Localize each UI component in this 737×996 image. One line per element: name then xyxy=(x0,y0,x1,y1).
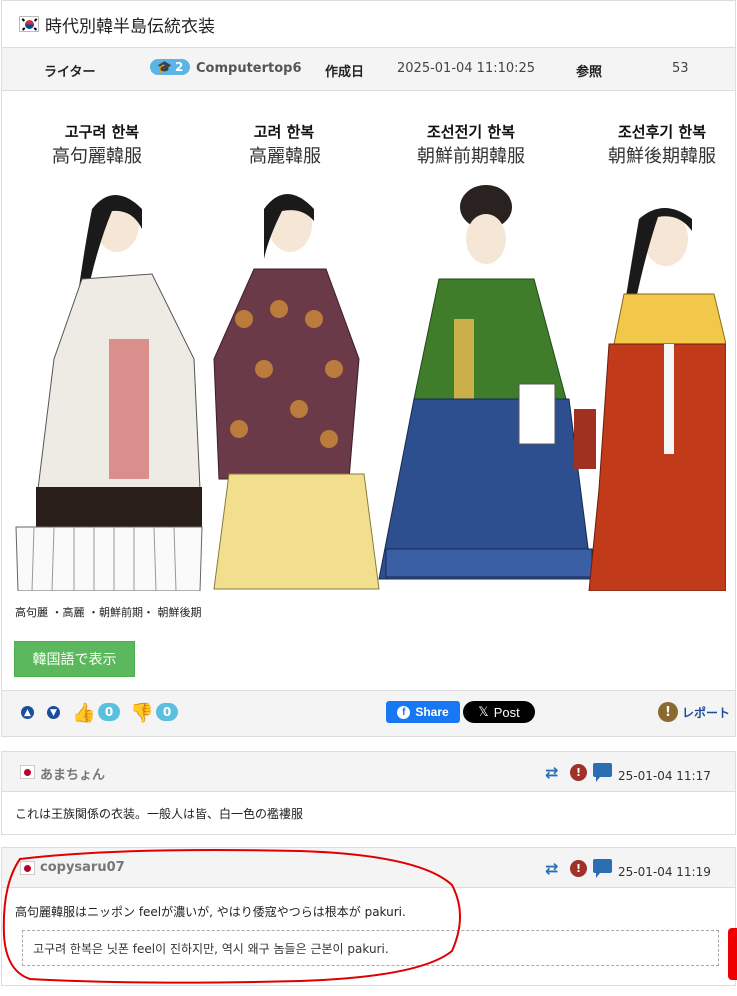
image-caption: 高句麗 ・高麗 ・朝鮮前期・ 朝鮮後期 xyxy=(15,606,202,619)
post-meta-bar: ライター 🎓 2 Computertop6 作成日 2025-01-04 11:… xyxy=(2,47,735,91)
facebook-share-button[interactable]: f Share xyxy=(386,701,460,723)
post-title: 時代別韓半島伝統衣装 xyxy=(45,16,215,37)
scroll-marker[interactable] xyxy=(728,928,737,980)
thumbs-up-icon[interactable]: 👍 xyxy=(72,701,96,724)
japan-flag-icon xyxy=(20,765,35,779)
graduation-cap-icon: 🎓 xyxy=(157,60,172,74)
report-label: レポート xyxy=(682,705,731,720)
post-card: 時代別韓半島伝統衣装 ライター 🎓 2 Computertop6 作成日 202… xyxy=(1,0,736,737)
comment-item: あまちょん ⇄ ! 25-01-04 11:17 これは王族関係の衣装。一般人は… xyxy=(1,751,736,835)
comment-time: 25-01-04 11:19 xyxy=(618,865,711,879)
post-title-bar: 時代別韓半島伝統衣装 xyxy=(2,1,735,47)
korea-flag-icon xyxy=(19,16,39,32)
panel-3-hanja: 朝鮮前期韓服 xyxy=(417,146,525,167)
reply-chat-icon[interactable] xyxy=(593,859,612,878)
late-joseon-figure: 조선후기 한복 朝鮮後期韓服 xyxy=(574,123,726,591)
goryeo-figure: 고려 한복 高麗韓服 xyxy=(213,123,380,590)
level-value: 2 xyxy=(174,60,184,74)
panel-2-hanja: 高麗韓服 xyxy=(249,146,321,167)
swap-arrows-icon[interactable]: ⇄ xyxy=(545,859,558,878)
reply-chat-icon[interactable] xyxy=(593,763,612,782)
views-value: 53 xyxy=(672,61,689,76)
panel-4-hanja: 朝鮮後期韓服 xyxy=(608,146,716,167)
views-label: 参照 xyxy=(576,65,603,80)
scroll-up-icon[interactable]: ▲ xyxy=(21,706,34,719)
x-post-button[interactable]: 𝕏 Post xyxy=(463,701,535,723)
thumbs-down-icon[interactable]: 👎 xyxy=(130,701,154,724)
x-logo-icon: 𝕏 xyxy=(478,704,489,719)
post-label: Post xyxy=(493,704,520,720)
report-comment-icon[interactable]: ! xyxy=(570,764,587,781)
comment-time: 25-01-04 11:17 xyxy=(618,769,711,783)
translate-button[interactable]: 韓国語で表示 xyxy=(14,641,135,677)
facebook-icon: f xyxy=(397,705,411,719)
downvote-count: 0 xyxy=(156,703,178,721)
hanbok-illustration: 고구려 한복 高句麗韓服 고려 한복 高麗韓服 조선전기 한복 朝鮮前期韓服 조… xyxy=(15,123,726,591)
exclamation-icon: ! xyxy=(658,702,678,722)
comment-author[interactable]: あまちょん xyxy=(40,764,105,783)
swap-arrows-icon[interactable]: ⇄ xyxy=(545,763,558,782)
report-comment-icon[interactable]: ! xyxy=(570,860,587,877)
created-value: 2025-01-04 11:10:25 xyxy=(397,61,536,76)
panel-2-hangul: 고려 한복 xyxy=(254,123,315,141)
author-link[interactable]: Computertop6 xyxy=(196,61,302,76)
post-action-bar: ▲ ▼ 👍 0 👎 0 f Share 𝕏 Post ! レポート xyxy=(2,690,735,736)
panel-1-hanja: 高句麗韓服 xyxy=(52,146,142,167)
comment-header: あまちょん ⇄ ! 25-01-04 11:17 xyxy=(2,752,735,792)
annotation-outline xyxy=(2,849,461,984)
comment-body: これは王族関係の衣装。一般人は皆、白一色の襤褸服 xyxy=(15,807,304,821)
report-button[interactable]: ! レポート xyxy=(658,702,730,722)
writer-label: ライター xyxy=(44,65,96,80)
created-label: 作成日 xyxy=(325,65,365,80)
goguryeo-figure: 고구려 한복 高句麗韓服 xyxy=(15,123,203,591)
scroll-down-icon[interactable]: ▼ xyxy=(47,706,60,719)
panel-1-hangul: 고구려 한복 xyxy=(65,123,139,141)
early-joseon-figure: 조선전기 한복 朝鮮前期韓服 xyxy=(378,123,593,580)
level-badge: 🎓 2 xyxy=(150,59,191,75)
share-label: Share xyxy=(415,705,449,719)
upvote-count: 0 xyxy=(98,703,120,721)
panel-3-hangul: 조선전기 한복 xyxy=(427,123,515,141)
panel-4-hangul: 조선후기 한복 xyxy=(618,123,706,141)
